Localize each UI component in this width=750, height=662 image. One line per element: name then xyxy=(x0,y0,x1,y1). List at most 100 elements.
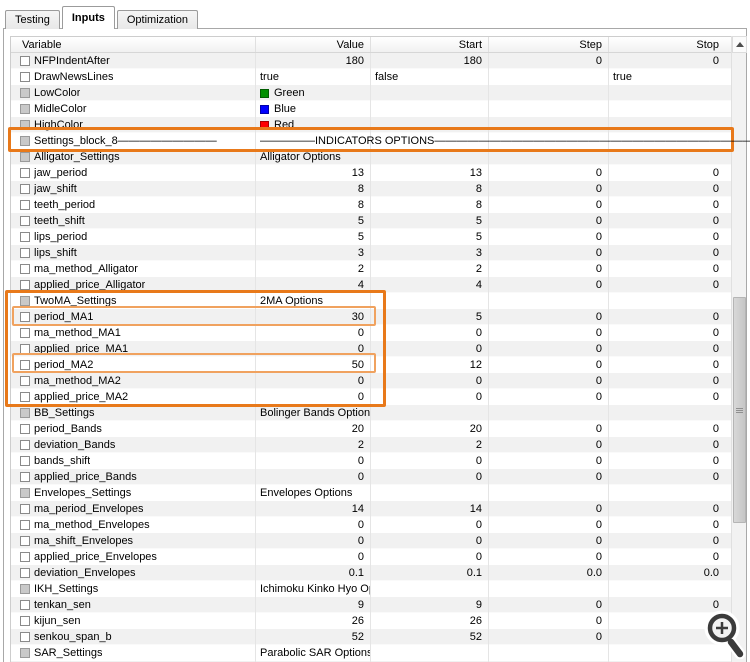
scroll-up-button[interactable] xyxy=(732,36,747,53)
stop-cell[interactable] xyxy=(609,405,731,421)
start-cell[interactable]: 4 xyxy=(371,277,489,293)
table-row[interactable]: kijun_sen262600 xyxy=(11,613,731,629)
start-cell[interactable]: 0 xyxy=(371,517,489,533)
stop-cell[interactable] xyxy=(609,101,731,117)
start-cell[interactable] xyxy=(371,101,489,117)
step-cell[interactable] xyxy=(489,117,609,133)
step-cell[interactable] xyxy=(489,69,609,85)
value-cell[interactable]: 50 xyxy=(256,357,371,373)
start-cell[interactable]: 2 xyxy=(371,437,489,453)
table-row[interactable]: BB_Settings Bolinger Bands Options xyxy=(11,405,731,421)
value-cell[interactable]: 0 xyxy=(256,549,371,565)
value-cell[interactable]: Parabolic SAR Options xyxy=(256,645,371,661)
checkbox[interactable] xyxy=(20,392,30,402)
stop-cell[interactable]: 0 xyxy=(609,277,731,293)
step-cell[interactable]: 0 xyxy=(489,245,609,261)
start-cell[interactable]: false xyxy=(371,69,489,85)
start-cell[interactable]: 0 xyxy=(371,341,489,357)
start-cell[interactable]: 180 xyxy=(371,53,489,69)
step-cell[interactable]: 0 xyxy=(489,261,609,277)
table-row[interactable]: applied_price_Bands 0 0 0 0 xyxy=(11,469,731,485)
stop-cell[interactable] xyxy=(609,293,731,309)
step-cell[interactable]: 0 xyxy=(489,501,609,517)
stop-cell[interactable]: 0.0 xyxy=(609,565,731,581)
value-cell[interactable]: 9 xyxy=(256,597,371,613)
value-cell[interactable]: 14 xyxy=(256,501,371,517)
table-row[interactable]: Settings_block_8————————— —————INDICATORS… xyxy=(11,133,750,149)
checkbox[interactable] xyxy=(20,264,30,274)
column-header-variable[interactable]: Variable xyxy=(11,37,256,52)
step-cell[interactable]: 0 xyxy=(489,181,609,197)
table-row[interactable]: ma_method_Alligator 2 2 0 0 xyxy=(11,261,731,277)
step-cell[interactable]: 0 xyxy=(489,469,609,485)
value-cell[interactable]: Blue xyxy=(256,101,371,117)
stop-cell[interactable] xyxy=(609,149,731,165)
table-row[interactable]: applied_price_MA2 0 0 0 0 xyxy=(11,389,731,405)
start-cell[interactable] xyxy=(371,85,489,101)
checkbox[interactable] xyxy=(20,280,30,290)
stop-cell[interactable]: 0 xyxy=(609,325,731,341)
start-cell[interactable] xyxy=(371,293,489,309)
step-cell[interactable] xyxy=(489,405,609,421)
start-cell[interactable]: 26 xyxy=(371,613,489,629)
column-header-step[interactable]: Step xyxy=(489,37,609,52)
table-row[interactable]: NFPIndentAfter 180 180 0 0 xyxy=(11,53,731,69)
table-row[interactable]: ma_method_MA1 0 0 0 0 xyxy=(11,325,731,341)
start-cell[interactable]: 0.1 xyxy=(371,565,489,581)
stop-cell[interactable] xyxy=(609,117,731,133)
table-row[interactable]: HighColor Red xyxy=(11,117,731,133)
step-cell[interactable]: 0 xyxy=(489,357,609,373)
stop-cell[interactable]: 0 xyxy=(609,261,731,277)
start-cell[interactable]: 13 xyxy=(371,165,489,181)
stop-cell[interactable]: true xyxy=(609,69,731,85)
table-row[interactable]: IKH_Settings Ichimoku Kinko Hyo Options xyxy=(11,581,731,597)
start-cell[interactable]: 9 xyxy=(371,597,489,613)
table-row[interactable]: lips_period 5 5 0 0 xyxy=(11,229,731,245)
checkbox[interactable] xyxy=(20,520,30,530)
start-cell[interactable]: 52 xyxy=(371,629,489,645)
checkbox[interactable] xyxy=(20,504,30,514)
start-cell[interactable]: 0 xyxy=(371,533,489,549)
stop-cell[interactable]: 0 xyxy=(609,373,731,389)
step-cell[interactable]: 0 xyxy=(489,517,609,533)
checkbox[interactable] xyxy=(20,424,30,434)
value-cell[interactable]: 20 xyxy=(256,421,371,437)
table-row[interactable]: tenkan_sen 9 9 0 0 xyxy=(11,597,731,613)
table-row[interactable]: bands_shift 0 0 0 0 xyxy=(11,453,731,469)
table-row[interactable]: applied_price_Envelopes 0 0 0 0 xyxy=(11,549,731,565)
stop-cell[interactable] xyxy=(609,485,731,501)
table-row[interactable]: period_Bands 20 20 0 0 xyxy=(11,421,731,437)
start-cell[interactable]: 0 xyxy=(371,325,489,341)
tab-inputs[interactable]: Inputs xyxy=(61,6,115,29)
table-row[interactable]: ma_method_Envelopes 0 0 0 0 xyxy=(11,517,731,533)
checkbox[interactable] xyxy=(20,312,30,322)
start-cell[interactable]: 5 xyxy=(371,229,489,245)
value-cell[interactable]: 0 xyxy=(256,325,371,341)
stop-cell[interactable]: 0 xyxy=(609,341,731,357)
start-cell[interactable]: 0 xyxy=(371,389,489,405)
table-row[interactable]: senkou_span_b525200 xyxy=(11,629,731,645)
stop-cell[interactable]: 0 xyxy=(609,453,731,469)
step-cell[interactable] xyxy=(489,293,609,309)
value-cell[interactable]: 0 xyxy=(256,389,371,405)
start-cell[interactable] xyxy=(371,581,489,597)
start-cell[interactable]: 0 xyxy=(371,549,489,565)
table-row[interactable]: jaw_period 13 13 0 0 xyxy=(11,165,731,181)
stop-cell[interactable]: 0 xyxy=(609,197,731,213)
value-cell[interactable]: —————INDICATORS OPTIONS—————————————————… xyxy=(256,133,750,149)
stop-cell[interactable]: 0 xyxy=(609,165,731,181)
start-cell[interactable]: 5 xyxy=(371,213,489,229)
value-cell[interactable]: 3 xyxy=(256,245,371,261)
start-cell[interactable]: 2 xyxy=(371,261,489,277)
value-cell[interactable]: 13 xyxy=(256,165,371,181)
table-row[interactable]: LowColor Green xyxy=(11,85,731,101)
start-cell[interactable]: 8 xyxy=(371,181,489,197)
stop-cell[interactable] xyxy=(609,581,731,597)
stop-cell[interactable]: 0 xyxy=(609,533,731,549)
step-cell[interactable]: 0 xyxy=(489,421,609,437)
value-cell[interactable]: Bolinger Bands Options xyxy=(256,405,371,421)
checkbox[interactable] xyxy=(20,344,30,354)
step-cell[interactable]: 0 xyxy=(489,613,609,629)
step-cell[interactable]: 0 xyxy=(489,165,609,181)
table-row[interactable]: teeth_period 8 8 0 0 xyxy=(11,197,731,213)
